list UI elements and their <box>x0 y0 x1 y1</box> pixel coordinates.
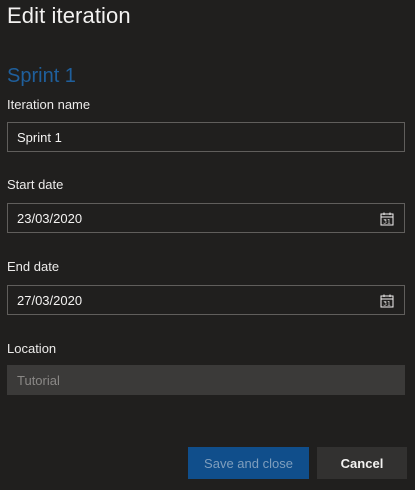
location-input: Tutorial <box>7 365 405 395</box>
cancel-label: Cancel <box>340 455 384 471</box>
iteration-name-label: Iteration name <box>7 97 91 112</box>
location-value: Tutorial <box>17 372 60 388</box>
end-date-label: End date <box>7 259 60 274</box>
start-date-input[interactable]: 23/03/2020 31 <box>7 203 405 233</box>
iteration-name-input[interactable]: Sprint 1 <box>7 122 405 152</box>
location-label: Location <box>7 341 57 356</box>
svg-text:31: 31 <box>383 219 391 226</box>
calendar-icon[interactable]: 31 <box>380 212 394 226</box>
dialog-title: Edit iteration <box>7 3 131 28</box>
start-date-value: 23/03/2020 <box>17 210 83 226</box>
start-date-label: Start date <box>7 177 64 192</box>
end-date-input[interactable]: 27/03/2020 31 <box>7 285 405 315</box>
calendar-icon[interactable]: 31 <box>380 294 394 308</box>
save-and-close-label: Save and close <box>204 455 293 471</box>
end-date-value: 27/03/2020 <box>17 292 83 308</box>
cancel-button[interactable]: Cancel <box>317 447 407 479</box>
edit-iteration-dialog: Edit iteration Sprint 1 Iteration name S… <box>0 0 415 490</box>
iteration-name-value: Sprint 1 <box>17 129 62 145</box>
svg-text:31: 31 <box>383 301 391 308</box>
save-and-close-button[interactable]: Save and close <box>188 447 309 479</box>
iteration-heading: Sprint 1 <box>7 65 76 87</box>
